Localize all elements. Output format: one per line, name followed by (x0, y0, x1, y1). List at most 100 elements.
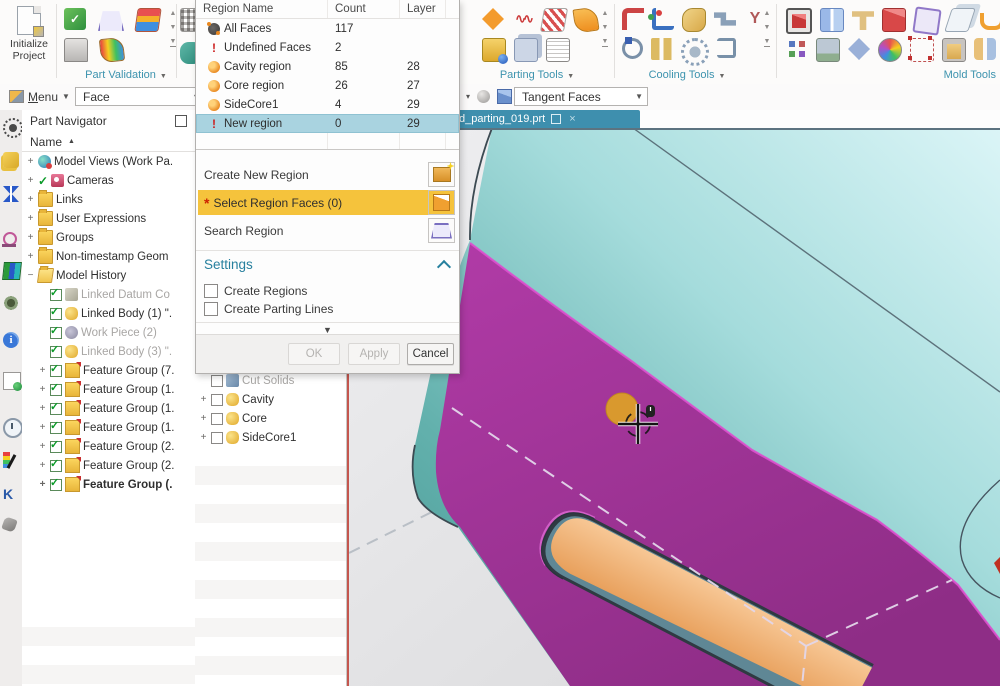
region-row-core-region[interactable]: Core region2627 (196, 76, 459, 95)
copy-sheets-icon[interactable] (514, 38, 538, 62)
group-label-part-validation[interactable]: Part Validation (85, 69, 156, 81)
checkbox-checked[interactable] (50, 327, 62, 339)
region-row-undefined-faces[interactable]: !Undefined Faces2 (196, 38, 459, 57)
selection-dropdown-icon[interactable]: ▾ (466, 92, 470, 101)
nav-item-row[interactable]: Linked Body (1) ". (22, 304, 195, 323)
body-item-row[interactable]: +Core (195, 409, 346, 428)
clip-ring-icon[interactable] (622, 38, 643, 59)
checkbox-checked[interactable] (50, 365, 62, 377)
hand-tool-icon[interactable] (682, 8, 706, 32)
ok-button[interactable]: OK (288, 343, 340, 365)
group-label-mold-tools[interactable]: Mold Tools (944, 69, 996, 81)
menu-button[interactable]: Menu ▼ (5, 87, 74, 106)
select-region-faces-highlight[interactable]: * Select Region Faces (0) (198, 190, 432, 215)
nav-item-row[interactable]: +Model Views (Work Pa. (22, 152, 195, 171)
col-layer[interactable]: Layer (400, 0, 446, 18)
baffle-pins-icon[interactable] (651, 38, 673, 60)
tab-close-icon[interactable]: × (569, 113, 575, 125)
expand-icon[interactable]: + (26, 175, 35, 186)
nav-item-row[interactable]: +Feature Group (1. (22, 418, 195, 437)
orange-surface-icon[interactable] (572, 6, 599, 33)
lock-ball-icon[interactable] (482, 38, 506, 62)
nav-item-row[interactable]: +Groups (22, 228, 195, 247)
pocket-tray-icon[interactable] (942, 38, 966, 62)
group-scroll-arrows[interactable]: ▲▼▼ (166, 10, 180, 47)
diamond-orange-icon[interactable] (482, 8, 504, 30)
mating-icon[interactable] (3, 186, 19, 202)
initialize-project-button[interactable]: Initialize Project (4, 4, 54, 80)
group-scroll-arrows[interactable]: ▲▼▼ (598, 10, 612, 47)
panel-window-icon[interactable] (175, 115, 187, 127)
type-filter-combo[interactable]: Face▾ (75, 87, 203, 106)
col-region-name[interactable]: Region Name (196, 0, 328, 18)
trim-blocks-icon[interactable] (848, 38, 870, 60)
webdoc-icon[interactable] (3, 372, 21, 390)
nav-item-row[interactable]: Work Piece (2) (22, 323, 195, 342)
expand-icon[interactable]: + (199, 394, 208, 405)
colorpen-icon[interactable] (3, 452, 10, 468)
sketch-pad-icon[interactable] (912, 6, 941, 35)
nav-item-row[interactable]: +✓Cameras (22, 171, 195, 190)
checkbox-checked[interactable] (50, 308, 62, 320)
group-label-parting-tools[interactable]: Parting Tools (500, 69, 563, 81)
expand-icon[interactable]: + (38, 479, 47, 490)
create-parting-lines-checkbox-row[interactable]: Create Parting Lines (204, 300, 333, 317)
create-new-region-button[interactable] (428, 162, 455, 187)
nav-item-row[interactable]: Linked Body (3) ". (22, 342, 195, 361)
clock-icon[interactable] (3, 418, 23, 438)
col-count[interactable]: Count (328, 0, 400, 18)
nav-item-row[interactable]: +Feature Group (7. (22, 361, 195, 380)
checker-flag-icon[interactable] (540, 8, 568, 32)
stack-colors-icon[interactable] (134, 8, 161, 32)
books-icon[interactable] (2, 262, 22, 280)
checkbox-unchecked[interactable] (211, 432, 223, 444)
nav-item-row[interactable]: +User Expressions (22, 209, 195, 228)
nav-item-row[interactable]: +Non-timestamp Geom (22, 247, 195, 266)
gear-pattern-icon[interactable] (681, 38, 709, 66)
nav-item-row[interactable]: +Feature Group (. (22, 475, 195, 494)
nav-item-row[interactable]: +Links (22, 190, 195, 209)
cube-frame-icon[interactable] (786, 8, 812, 34)
swap-bodies-icon[interactable] (974, 38, 996, 60)
nav-item-row[interactable]: +Feature Group (1. (22, 399, 195, 418)
group-label-cooling-tools[interactable]: Cooling Tools (649, 69, 715, 81)
info-icon[interactable] (3, 332, 19, 348)
select-faces-button[interactable] (428, 190, 455, 215)
expand-icon[interactable]: + (38, 441, 47, 452)
expand-icon[interactable]: + (38, 403, 47, 414)
expand-icon[interactable]: + (38, 365, 47, 376)
red-curves-icon[interactable] (512, 8, 534, 30)
channel-route-icon[interactable] (717, 38, 736, 58)
checkbox-checked[interactable] (50, 441, 62, 453)
checkbox-checked[interactable] (50, 422, 62, 434)
touch-device-icon[interactable] (64, 38, 88, 62)
selection-scope-combo[interactable]: Tangent Faces▼ (514, 87, 648, 106)
create-regions-checkbox-row[interactable]: Create Regions (204, 282, 307, 299)
trapezoid-analysis-icon[interactable] (98, 8, 124, 34)
rainbow-wedge-icon[interactable] (99, 37, 125, 63)
checkbox-checked[interactable] (50, 460, 62, 472)
settings-section-header[interactable]: Settings (204, 257, 253, 272)
channel-node-icon[interactable] (652, 8, 674, 30)
expand-icon[interactable]: + (26, 156, 35, 167)
checkbox-checked[interactable] (50, 346, 62, 358)
tab-part-file[interactable]: d_parting_019.prt × (452, 110, 640, 128)
search-region-button[interactable] (428, 218, 455, 243)
body-item-row[interactable]: +Cavity (195, 390, 346, 409)
gear-icon[interactable] (3, 118, 23, 138)
tool-icon[interactable] (1, 516, 18, 533)
name-column-header[interactable]: Name▲ (22, 132, 195, 152)
expand-icon[interactable]: + (38, 384, 47, 395)
checkbox-unchecked[interactable] (211, 375, 223, 387)
shell-orange-icon[interactable] (980, 13, 1000, 30)
nav-item-row[interactable]: Linked Datum Co (22, 285, 195, 304)
expand-icon[interactable]: + (26, 251, 35, 262)
expand-icon[interactable]: + (38, 460, 47, 471)
expressions-icon[interactable] (3, 152, 19, 168)
checkbox-checked[interactable] (50, 289, 62, 301)
workpart-cube-icon[interactable] (497, 89, 512, 104)
create-parting-lines-checkbox[interactable] (204, 302, 218, 316)
pipe-bend-icon[interactable] (714, 8, 736, 30)
region-list-icon[interactable] (546, 38, 570, 62)
expand-icon[interactable]: + (26, 194, 35, 205)
